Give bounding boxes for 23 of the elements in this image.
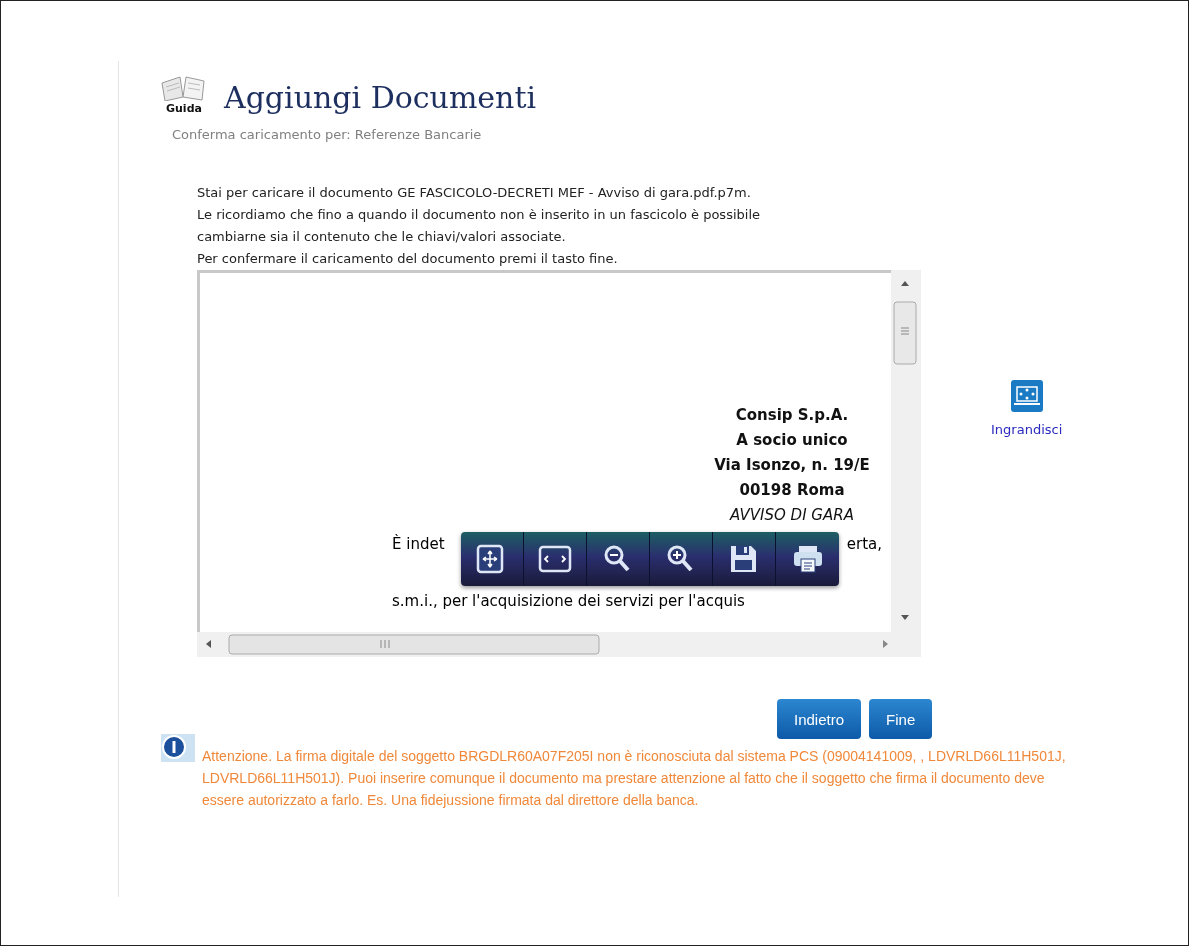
info-icon	[160, 733, 196, 763]
enlarge-button[interactable]: Ingrandisci	[991, 380, 1063, 437]
info-text: Le ricordiamo che fino a quando il documento non è inserito in un fascicolo è possibile	[197, 206, 761, 224]
info-text: Stai per caricare il documento GE FASCICOLO-DECRETI MEF - Avviso di gara.pdf.p7m.	[197, 184, 752, 202]
action-button[interactable]: Fine	[869, 699, 933, 739]
document-text: s.m.i., per l'acquisizione dei servizi per l'acquis	[392, 592, 746, 610]
action-button[interactable]: Indietro	[777, 699, 862, 739]
address-line: Consip S.p.A.	[734, 405, 850, 426]
page-title: Aggiungi Documenti	[224, 80, 537, 115]
info-text: cambiarne sia il contenuto che le chiavi/valori associate.	[197, 228, 567, 246]
guide-link[interactable]: Guida	[166, 102, 202, 115]
document-text: È indet	[392, 534, 445, 554]
page-subtitle: Conferma caricamento per: Referenze Bancarie	[172, 127, 483, 142]
document-text: erta,	[846, 534, 882, 554]
info-text: Per confermare il caricamento del documento premi il tasto fine.	[197, 250, 619, 268]
address-line: Via Isonzo, n. 19/E	[713, 455, 871, 476]
fit-width-icon	[538, 543, 572, 575]
warning-message: Attenzione. La firma digitale del soggetto BRGDLR60A07F205I non è riconosciuta dal sistema PCS (09004141009, , LDVRLD66L11H501J, LDVRLD66L11H501J). Puoi inserire comunque il documento ma prestare attenzione al fatto che il soggetto che firma il documento deve essere autorizzato a farlo. Es. Una fidejussione firmata dal direttore della banca.	[202, 747, 1067, 810]
address-line: 00198 Roma	[738, 480, 846, 501]
document-heading: AVVISO DI GARA	[728, 505, 855, 526]
book-icon	[160, 75, 206, 101]
laptop-expand-icon	[1010, 380, 1043, 412]
address-line: A socio unico	[735, 430, 849, 451]
